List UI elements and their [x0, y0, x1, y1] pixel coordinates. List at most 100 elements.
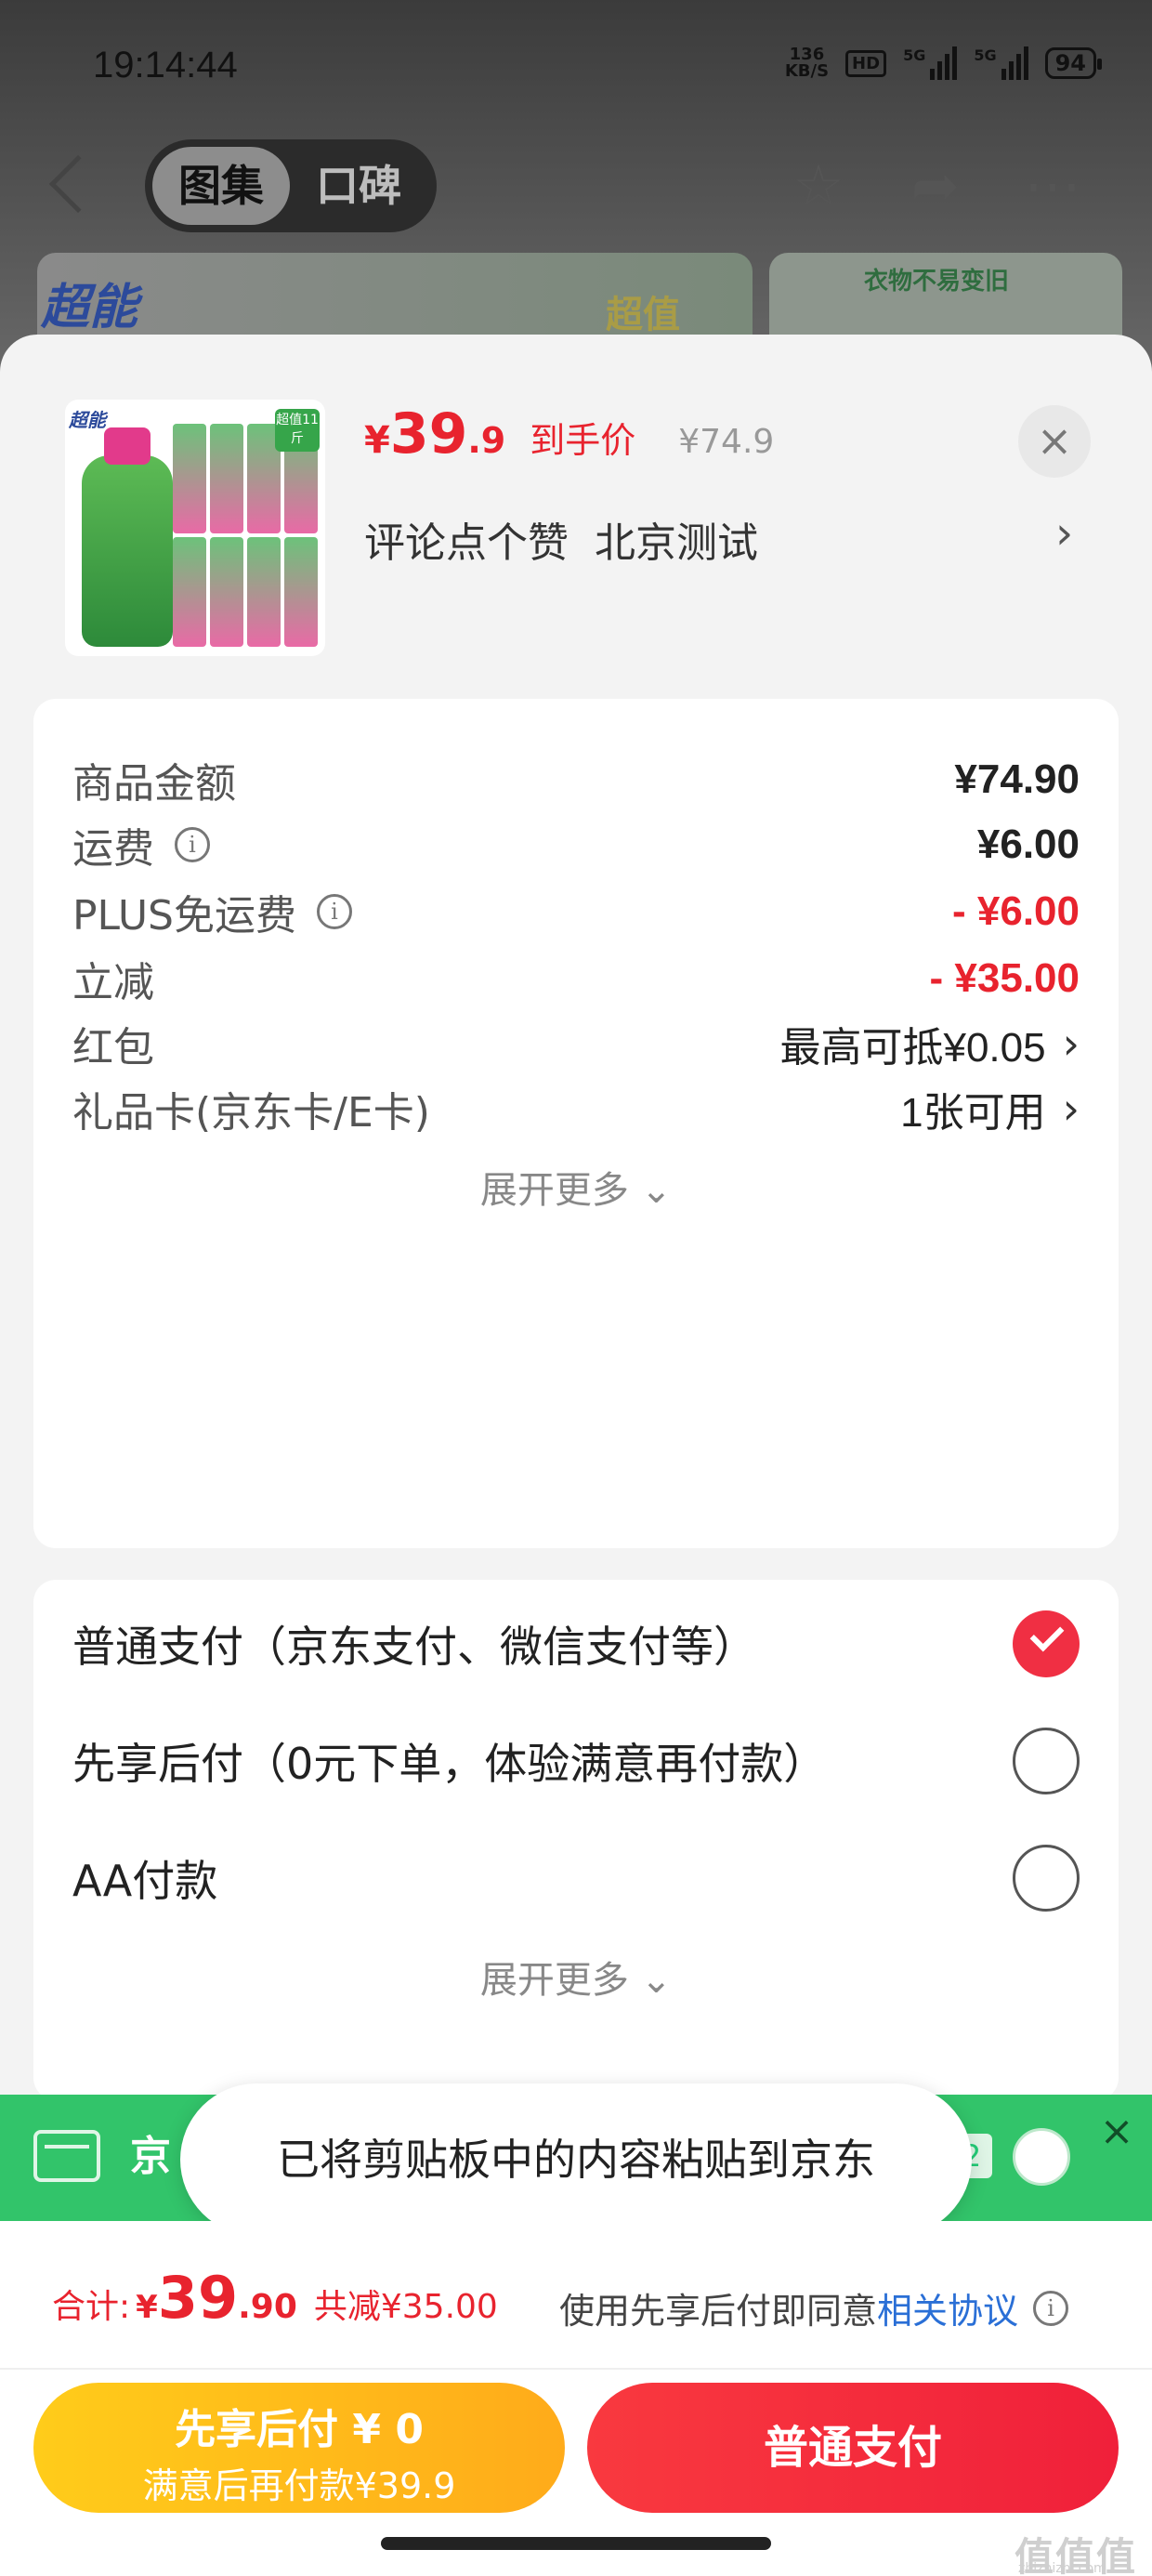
- cost-label: 商品金额: [72, 760, 236, 808]
- radio-icon[interactable]: [1013, 1845, 1080, 1912]
- product-image-tag: 超值11斤: [275, 409, 320, 452]
- product-image: 超能 超值11斤: [65, 400, 325, 656]
- background-page: 19:14:44 136 KB/S HD 5G 5G 94 图集 口碑 ☆ ➦: [0, 0, 1152, 392]
- agreement-prefix: 使用先享后付即同意: [559, 2291, 878, 2332]
- cost-value: - ¥35.00: [929, 955, 1080, 1001]
- battery-icon: 94: [1044, 47, 1103, 79]
- price-currency: ¥: [364, 419, 390, 462]
- cost-label-wrap: 运费 i: [72, 815, 210, 874]
- payment-option-normal[interactable]: 普通支付（京东支付、微信支付等）: [72, 1602, 1080, 1686]
- tab-reviews[interactable]: 口碑: [290, 147, 427, 225]
- cost-row-shipping: 运费 i ¥6.00: [72, 812, 1080, 877]
- back-icon[interactable]: [48, 154, 108, 214]
- product-subtitle[interactable]: 评论点个赞 北京测试: [364, 509, 758, 569]
- price-integer: 39: [389, 401, 468, 467]
- chevron-right-icon: ›: [1062, 1084, 1080, 1134]
- total-bar: 合计: ¥ 39 .90 共减¥35.00 使用先享后付即同意 相关协议 i: [0, 2221, 1152, 2370]
- payment-option-label: 普通支付（京东支付、微信支付等）: [72, 1622, 756, 1672]
- total-integer: 39: [157, 2264, 239, 2332]
- agreement-link[interactable]: 相关协议: [877, 2282, 1018, 2333]
- cost-value: 1张可用: [900, 1090, 1046, 1136]
- cost-label: PLUS免运费: [72, 892, 296, 940]
- signal-icon-1: 5G: [903, 46, 958, 80]
- total-label: 合计:: [52, 2288, 131, 2326]
- signal-icon-2: 5G: [974, 46, 1028, 80]
- detergent-packs: [173, 424, 318, 647]
- payment-option-aa[interactable]: AA付款: [72, 1836, 1080, 1920]
- close-icon[interactable]: ×: [1089, 2104, 1145, 2160]
- hd-icon: HD: [845, 49, 887, 77]
- info-icon[interactable]: i: [317, 894, 352, 929]
- network-type-1: 5G: [903, 46, 926, 64]
- bottle-cap: [104, 427, 151, 465]
- nav-bar: 图集 口碑 ☆ ➦ ⋯: [0, 138, 1152, 234]
- info-icon[interactable]: i: [175, 827, 210, 862]
- status-indicators: 136 KB/S HD 5G 5G 94: [785, 46, 1103, 80]
- cost-label-wrap: PLUS免运费 i: [72, 882, 352, 941]
- agreement-notice: 使用先享后付即同意 相关协议 i: [559, 2282, 1069, 2333]
- cost-row-gift-card[interactable]: 礼品卡(京东卡/E卡) 1张可用 ›: [72, 1076, 1080, 1141]
- cost-value: ¥6.00: [976, 821, 1080, 867]
- price-label: 到手价: [530, 420, 636, 461]
- card-icon: [33, 2130, 100, 2182]
- network-speed-unit: KB/S: [784, 61, 830, 81]
- close-icon: ×: [1036, 415, 1073, 466]
- star-icon[interactable]: ☆: [786, 156, 851, 216]
- chevron-right-icon: ›: [1062, 1019, 1080, 1069]
- expand-more-button[interactable]: 展开更多 ⌄: [33, 1160, 1119, 1214]
- share-icon[interactable]: ➦: [903, 156, 968, 216]
- info-icon[interactable]: i: [1033, 2290, 1069, 2326]
- background-brand-logo: 超能: [41, 280, 138, 335]
- product-summary: 超能 超值11斤 ¥ 39 .9 到手价 ¥74.9 × 评论点个赞 北京测试 ›: [0, 335, 1152, 688]
- pay-later-subtitle: 满意后再付款¥39.9: [142, 2465, 456, 2506]
- expand-more-button[interactable]: 展开更多 ⌄: [33, 1950, 1119, 2004]
- banner-text: 京: [130, 2133, 171, 2180]
- cost-value: - ¥6.00: [952, 888, 1080, 934]
- more-icon[interactable]: ⋯: [1020, 156, 1085, 216]
- close-button[interactable]: ×: [1018, 405, 1091, 478]
- expand-more-label: 展开更多: [479, 1959, 629, 2002]
- original-price: ¥74.9: [678, 423, 775, 461]
- cost-row-goods: 商品金额 ¥74.90: [72, 747, 1080, 812]
- cost-breakdown-card: 商品金额 ¥74.90 运费 i ¥6.00 PLUS免运费 i - ¥6.00 立…: [33, 699, 1119, 1548]
- cost-label: 礼品卡(京东卡/E卡): [72, 1089, 430, 1137]
- product-subtitle-part: 评论点个赞: [364, 519, 569, 567]
- cost-row-plus-free-shipping: PLUS免运费 i - ¥6.00: [72, 879, 1080, 944]
- payment-method-card: 普通支付（京东支付、微信支付等） 先享后付（0元下单，体验满意再付款） AA付款…: [33, 1580, 1119, 2100]
- tab-gallery[interactable]: 图集: [152, 147, 290, 225]
- normal-pay-button[interactable]: 普通支付: [587, 2383, 1119, 2513]
- cost-row-discount: 立减 - ¥35.00: [72, 946, 1080, 1011]
- pay-later-title: 先享后付 ¥ 0: [175, 2406, 424, 2453]
- chevron-down-icon: ⌄: [640, 1959, 673, 2002]
- status-bar: 19:14:44 136 KB/S HD 5G 5G 94: [0, 37, 1152, 102]
- cost-label: 运费: [72, 825, 154, 873]
- cost-label: 红包: [72, 1024, 154, 1071]
- network-type-2: 5G: [974, 46, 997, 64]
- check-icon[interactable]: [1013, 1610, 1080, 1677]
- home-indicator[interactable]: [381, 2537, 771, 2550]
- total-currency: ¥: [136, 2289, 158, 2326]
- total-decimal: .90: [238, 2288, 297, 2326]
- expand-more-label: 展开更多: [479, 1169, 629, 1212]
- clipboard-toast: 已将剪贴板中的内容粘贴到京东: [180, 2083, 972, 2236]
- detergent-bottle: [82, 455, 173, 647]
- price-decimal: .9: [467, 420, 506, 461]
- status-time: 19:14:44: [93, 45, 238, 85]
- cost-value: 最高可抵¥0.05: [779, 1025, 1046, 1071]
- action-bar: 先享后付 ¥ 0 满意后再付款¥39.9 普通支付 值值值 zhizhizhi.…: [0, 2370, 1152, 2576]
- pay-later-button[interactable]: 先享后付 ¥ 0 满意后再付款¥39.9: [33, 2383, 565, 2513]
- product-brand-logo: 超能: [69, 409, 106, 431]
- background-tag: 超值: [606, 294, 680, 336]
- chevron-down-icon: ⌄: [640, 1169, 673, 1212]
- total-saved: 共减¥35.00: [313, 2288, 498, 2326]
- total-amount: 合计: ¥ 39 .90 共减¥35.00: [52, 2264, 498, 2332]
- chevron-right-icon[interactable]: ›: [1055, 507, 1073, 559]
- cost-row-red-packet[interactable]: 红包 最高可抵¥0.05 ›: [72, 1011, 1080, 1076]
- radio-icon[interactable]: [1013, 1728, 1080, 1794]
- gallery-tabs: 图集 口碑: [145, 139, 437, 232]
- network-speed: 136 KB/S: [785, 46, 829, 80]
- payment-option-pay-later[interactable]: 先享后付（0元下单，体验满意再付款）: [72, 1719, 1080, 1803]
- cost-label: 立减: [72, 959, 154, 1006]
- watermark-url: zhizhizhi.com: [1018, 2561, 1106, 2576]
- radio-icon[interactable]: [1013, 2128, 1070, 2186]
